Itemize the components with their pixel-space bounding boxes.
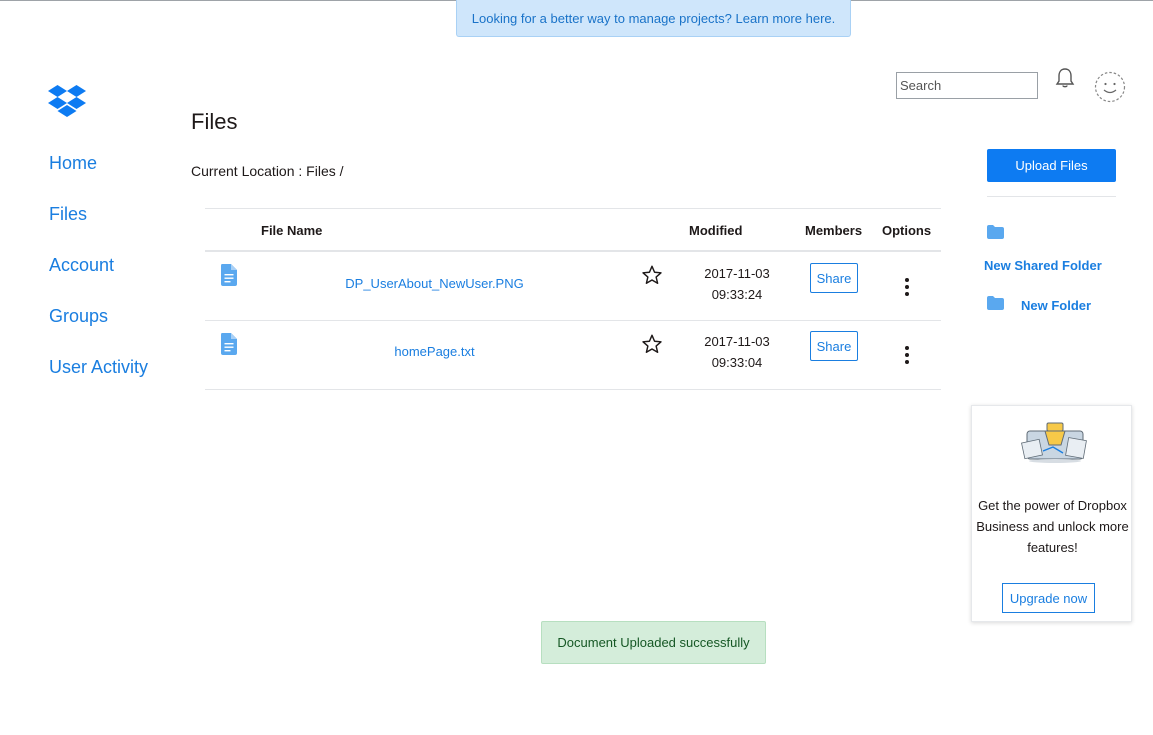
divider <box>987 196 1116 197</box>
sidebar-item-home[interactable]: Home <box>49 150 148 201</box>
sidebar-nav: Home Files Account Groups User Activity <box>49 150 148 405</box>
modified-time: 09:33:04 <box>711 355 763 370</box>
table-row: homePage.txt 2017-11-03 09:33:04 Share <box>205 321 941 390</box>
modified-day: 2017-11-03 <box>704 334 770 349</box>
more-options-icon[interactable] <box>902 345 912 365</box>
document-icon <box>221 333 237 355</box>
files-table: File Name Modified Members Options DP_Us… <box>205 208 941 390</box>
column-options: Options <box>882 223 932 238</box>
sidebar-item-account[interactable]: Account <box>49 252 148 303</box>
folder-icon[interactable] <box>987 225 1004 239</box>
star-icon[interactable] <box>641 333 663 355</box>
toast-message: Document Uploaded successfully <box>557 635 750 650</box>
sidebar-item-files[interactable]: Files <box>49 201 148 252</box>
success-toast: Document Uploaded successfully <box>541 621 766 664</box>
new-shared-folder-link[interactable]: New Shared Folder <box>984 258 1102 273</box>
file-name-link[interactable]: homePage.txt <box>265 344 604 359</box>
new-folder-link[interactable]: New Folder <box>1021 298 1091 313</box>
upgrade-now-button[interactable]: Upgrade now <box>1002 583 1095 613</box>
share-button[interactable]: Share <box>810 331 858 361</box>
bell-icon[interactable] <box>1053 66 1077 90</box>
modified-time: 09:33:24 <box>711 287 763 302</box>
avatar-smiley-icon[interactable] <box>1094 71 1126 103</box>
dropbox-logo-icon[interactable] <box>48 84 86 120</box>
breadcrumb: Current Location : Files / <box>191 163 344 179</box>
file-name-link[interactable]: DP_UserAbout_NewUser.PNG <box>265 276 604 291</box>
upgrade-promo-card: Get the power of Dropbox Business and un… <box>971 405 1132 622</box>
business-briefcase-illustration <box>1021 422 1087 463</box>
share-button[interactable]: Share <box>810 263 858 293</box>
promo-banner[interactable]: Looking for a better way to manage proje… <box>456 0 851 37</box>
upload-files-button[interactable]: Upload Files <box>987 149 1116 182</box>
column-modified: Modified <box>689 223 743 238</box>
page-title: Files <box>191 109 238 134</box>
document-icon <box>221 264 237 286</box>
table-row: DP_UserAbout_NewUser.PNG 2017-11-03 09:3… <box>205 252 941 321</box>
folder-icon[interactable] <box>987 296 1004 310</box>
promo-banner-text[interactable]: Looking for a better way to manage proje… <box>472 11 836 26</box>
search-input[interactable] <box>896 72 1038 99</box>
modified-date: 2017-11-03 09:33:24 <box>681 263 793 305</box>
star-icon[interactable] <box>641 264 663 286</box>
sidebar-item-user-activity[interactable]: User Activity <box>49 354 148 405</box>
modified-date: 2017-11-03 09:33:04 <box>681 331 793 373</box>
modified-day: 2017-11-03 <box>704 266 770 281</box>
column-members: Members <box>805 223 863 238</box>
sidebar-item-groups[interactable]: Groups <box>49 303 148 354</box>
column-file-name: File Name <box>261 223 323 238</box>
promo-text: Get the power of Dropbox Business and un… <box>976 498 1129 555</box>
table-header: File Name Modified Members Options <box>205 209 941 252</box>
more-options-icon[interactable] <box>902 277 912 297</box>
